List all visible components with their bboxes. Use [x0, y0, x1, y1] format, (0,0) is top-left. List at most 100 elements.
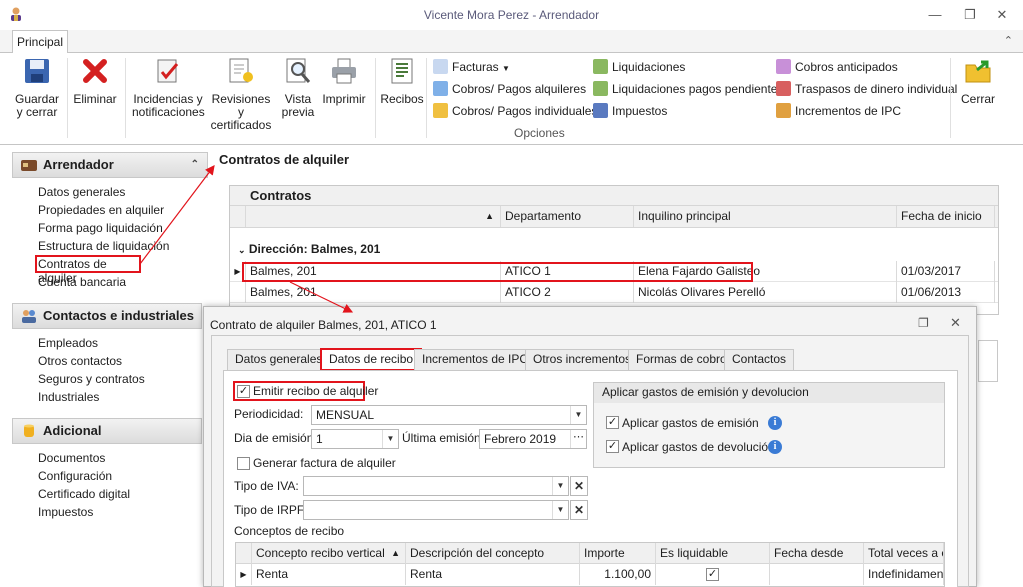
revisiones-button[interactable]: Revisiones y certificados: [208, 56, 274, 132]
restore-icon[interactable]: ❐: [960, 6, 980, 24]
cobros-pagos-individuales-button[interactable]: Cobros/ Pagos individuales: [433, 101, 597, 121]
landlord-icon: [21, 160, 37, 171]
sidebar-item-documentos[interactable]: Documentos: [38, 449, 105, 467]
dropdown-arrow-icon[interactable]: ▼: [570, 406, 586, 424]
dropdown-arrow-icon[interactable]: ▼: [382, 430, 398, 448]
minimize-icon[interactable]: —: [925, 6, 945, 24]
cell-concepto: Renta: [252, 564, 406, 585]
sidebar-section-contactos[interactable]: Contactos e industriales: [12, 303, 202, 329]
contacts-icon: [22, 310, 36, 323]
sidebar-item-contratos[interactable]: Contratos de alquiler: [35, 255, 141, 285]
ribbon-group-label: Opciones: [514, 126, 565, 140]
facturas-menu[interactable]: Facturas ▼: [433, 57, 510, 77]
sidebar-item-cuenta-bancaria[interactable]: Cuenta bancaria: [38, 273, 126, 291]
emitir-label: Emitir recibo de alquiler: [253, 384, 379, 398]
sidebar-item-certificado[interactable]: Certificado digital: [38, 485, 130, 503]
liquidable-checkbox[interactable]: ✓: [706, 568, 719, 581]
dropdown-arrow-icon[interactable]: ▼: [552, 501, 568, 519]
info-icon[interactable]: i: [768, 416, 782, 430]
impuestos-button[interactable]: Impuestos: [593, 101, 667, 121]
tab-contactos[interactable]: Contactos: [724, 349, 795, 370]
sidebar-item-forma-pago[interactable]: Forma pago liquidación: [38, 219, 163, 237]
sidebar-item-datos-generales[interactable]: Datos generales: [38, 183, 125, 201]
pending-settlement-icon: [593, 81, 608, 96]
ultima-emision-field[interactable]: Febrero 2019 ⋯: [479, 429, 587, 449]
sidebar-item-industriales[interactable]: Industriales: [38, 388, 99, 406]
col-total-veces[interactable]: Total veces a em: [864, 543, 944, 564]
dialog-close-icon[interactable]: ✕: [950, 315, 961, 331]
traspasos-button[interactable]: Traspasos de dinero individual: [776, 79, 957, 99]
sidebar-item-configuracion[interactable]: Configuración: [38, 467, 112, 485]
sort-asc-icon: ▲: [391, 548, 400, 558]
dropdown-arrow-icon[interactable]: ▼: [552, 477, 568, 495]
table-row[interactable]: ▶ Renta Renta 1.100,00 ✓ Indefinidamente: [236, 564, 944, 585]
cerrar-button[interactable]: Cerrar: [956, 56, 1000, 106]
save-icon: [25, 59, 49, 83]
vista-previa-button[interactable]: Vista previa: [278, 56, 318, 119]
col-inquilino[interactable]: Inquilino principal: [634, 206, 897, 227]
dia-emision-select[interactable]: 1 ▼: [311, 429, 399, 449]
incidents-checklist-icon: [157, 59, 179, 83]
clear-irpf-icon[interactable]: ✕: [570, 500, 588, 520]
sidebar-item-seguros[interactable]: Seguros y contratos: [38, 370, 145, 388]
tab-incrementos-ipc[interactable]: Incrementos de IPC: [414, 349, 537, 370]
incidencias-button[interactable]: Incidencias y notificaciones: [132, 56, 205, 119]
conceptos-header: Concepto recibo vertical ▲ Descripción de…: [236, 543, 944, 564]
tab-otros-incrementos[interactable]: Otros incrementos: [525, 349, 640, 370]
sidebar-item-otros-contactos[interactable]: Otros contactos: [38, 352, 122, 370]
payments-icon: [433, 81, 448, 96]
sidebar-section-arrendador[interactable]: Arrendador ⌃: [12, 152, 208, 178]
col-descripcion[interactable]: Descripción del concepto: [406, 543, 580, 564]
cell-start: 01/06/2013: [897, 282, 995, 303]
delete-x-icon: [83, 59, 107, 83]
collapse-chevron-icon[interactable]: ⌃: [191, 153, 199, 177]
emitir-checkbox[interactable]: ✓: [237, 385, 250, 398]
eliminar-button[interactable]: Eliminar: [72, 56, 118, 106]
sidebar-item-propiedades[interactable]: Propiedades en alquiler: [38, 201, 164, 219]
guardar-button[interactable]: Guardar y cerrar: [14, 56, 60, 119]
cell-total-veces: Indefinidamente: [864, 564, 944, 585]
info-icon[interactable]: i: [768, 440, 782, 454]
tipo-iva-select[interactable]: ▼: [303, 476, 569, 496]
cell-liquidable: ✓: [656, 564, 770, 585]
liquidaciones-button[interactable]: Liquidaciones: [593, 57, 685, 77]
col-concepto[interactable]: Concepto recibo vertical ▲: [252, 543, 406, 564]
dia-emision-label: Dia de emisión:: [234, 431, 317, 445]
periodicidad-select[interactable]: MENSUAL ▼: [311, 405, 587, 425]
col-liquidable[interactable]: Es liquidable: [656, 543, 770, 564]
tipo-irpf-label: Tipo de IRPF:: [234, 503, 308, 517]
tab-formas-cobro[interactable]: Formas de cobro: [628, 349, 735, 370]
sidebar-item-impuestos[interactable]: Impuestos: [38, 503, 93, 521]
clear-iva-icon[interactable]: ✕: [570, 476, 588, 496]
generar-factura-checkbox[interactable]: [237, 457, 250, 470]
sidebar-section-adicional[interactable]: Adicional: [12, 418, 202, 444]
ellipsis-icon[interactable]: ⋯: [570, 430, 586, 448]
sidebar-item-empleados[interactable]: Empleados: [38, 334, 98, 352]
collapse-ribbon-icon[interactable]: ⌃: [1004, 34, 1013, 47]
col-departamento[interactable]: Departamento: [501, 206, 634, 227]
imprimir-button[interactable]: Imprimir: [322, 56, 366, 106]
tipo-irpf-select[interactable]: ▼: [303, 500, 569, 520]
cobros-pagos-alquileres-button[interactable]: Cobros/ Pagos alquileres: [433, 79, 586, 99]
expand-chevron-icon[interactable]: ⌄: [238, 245, 246, 255]
tab-principal[interactable]: Principal: [12, 30, 68, 54]
sort-asc-icon[interactable]: ▲: [246, 206, 501, 227]
gastos-emision-checkbox[interactable]: ✓: [606, 416, 619, 429]
grid-edge: [978, 340, 998, 382]
tab-datos-generales[interactable]: Datos generales: [227, 349, 331, 370]
tab-datos-recibo[interactable]: Datos de recibo: [320, 348, 423, 371]
cobros-anticipados-button[interactable]: Cobros anticipados: [776, 57, 898, 77]
gastos-devolucion-checkbox[interactable]: ✓: [606, 440, 619, 453]
recibos-button[interactable]: Recibos: [380, 56, 424, 106]
table-row[interactable]: Balmes, 201 ATICO 2 Nicolás Olivares Per…: [230, 282, 998, 303]
col-fecha-inicio[interactable]: Fecha de inicio: [897, 206, 995, 227]
sidebar-item-estructura[interactable]: Estructura de liquidación: [38, 237, 169, 255]
dialog-restore-icon[interactable]: ❐: [918, 316, 929, 330]
col-fecha-desde[interactable]: Fecha desde: [770, 543, 864, 564]
cell-address: Balmes, 201: [246, 282, 501, 303]
incrementos-ipc-button[interactable]: Incrementos de IPC: [776, 101, 901, 121]
liquidaciones-pendientes-button[interactable]: Liquidaciones pagos pendientes: [593, 79, 783, 99]
close-icon[interactable]: ✕: [992, 6, 1012, 24]
col-importe[interactable]: Importe: [580, 543, 656, 564]
group-row[interactable]: ⌄ Dirección: Balmes, 201: [238, 242, 380, 256]
